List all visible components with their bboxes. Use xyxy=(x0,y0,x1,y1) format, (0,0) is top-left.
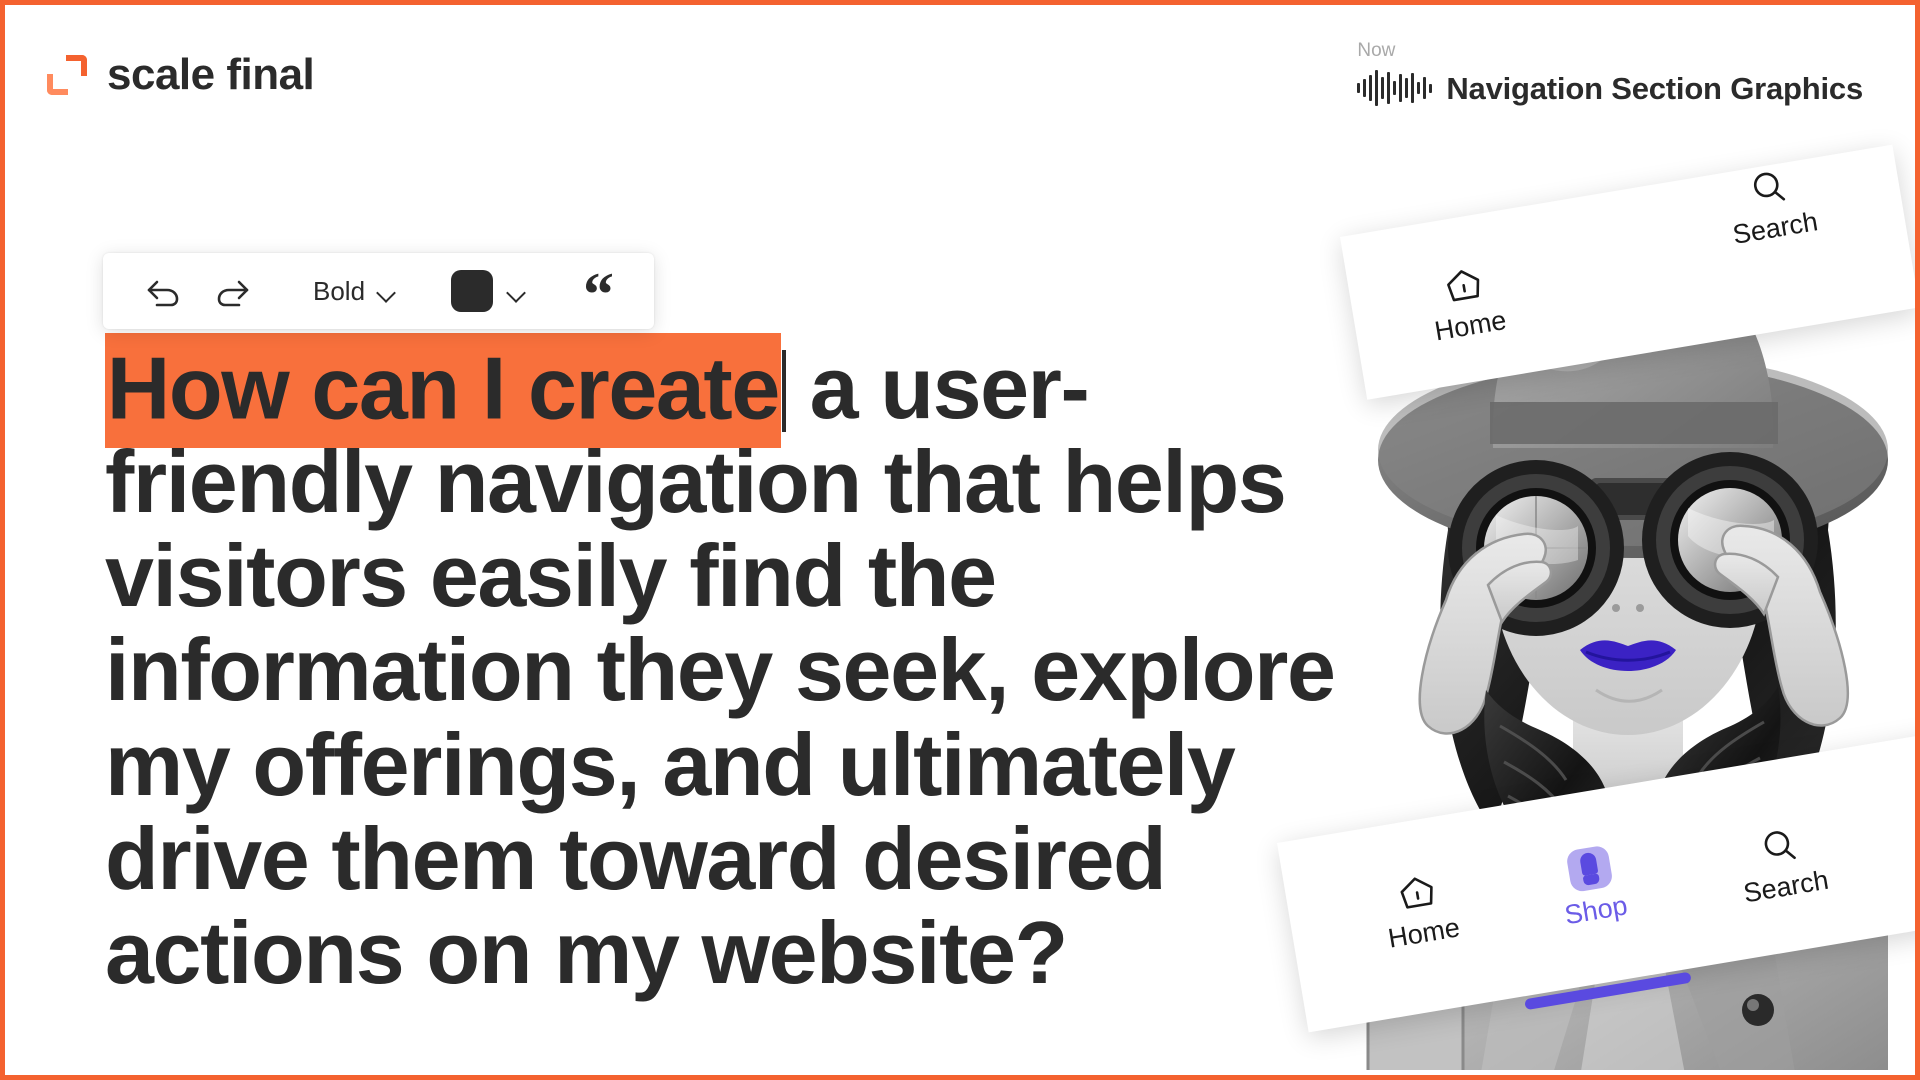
audio-waveform-icon xyxy=(1357,69,1433,107)
nav-label: Search xyxy=(1730,206,1820,250)
nav-label: Shop xyxy=(1562,890,1630,931)
home-icon xyxy=(1400,877,1433,909)
bracket-corners-icon xyxy=(47,55,87,95)
profile-icon xyxy=(1914,827,1920,873)
blockquote-button[interactable]: “ xyxy=(573,260,624,329)
now-playing: Now Navigation Section Graphics xyxy=(1357,41,1863,107)
text-color-dropdown[interactable] xyxy=(445,266,531,316)
nav-label: Search xyxy=(1741,864,1831,909)
color-swatch xyxy=(451,270,494,312)
brand: scale final xyxy=(47,50,315,99)
home-icon xyxy=(1447,270,1480,302)
now-playing-label: Now xyxy=(1357,40,1396,61)
blockquote-icon: “ xyxy=(583,260,615,329)
now-playing-title: Navigation Section Graphics xyxy=(1446,70,1863,106)
question-remainder: a user-friendly navigation that helps vi… xyxy=(105,338,1336,1002)
text-style-dropdown[interactable]: Bold xyxy=(305,266,403,316)
undo-arrow-icon xyxy=(147,280,179,307)
nav-item-search[interactable]: Search xyxy=(1723,161,1820,250)
undo-button[interactable] xyxy=(133,266,193,316)
shop-bag-icon xyxy=(1564,844,1614,894)
highlighted-text: How can I create xyxy=(105,332,781,448)
redo-arrow-icon xyxy=(217,280,249,307)
text-caret xyxy=(781,350,786,433)
brand-name: scale final xyxy=(107,50,315,99)
nav-label: Home xyxy=(1385,912,1462,954)
text-style-label: Bold xyxy=(313,276,366,306)
nav-item-home[interactable]: Home xyxy=(1425,260,1508,346)
nav-item-overflow[interactable] xyxy=(1914,827,1920,873)
nav-item-shop[interactable]: Shop xyxy=(1555,843,1630,931)
text-editor-toolbar: Bold “ xyxy=(103,253,655,329)
search-icon xyxy=(1764,831,1796,860)
page-root: scale final Now Navigation Section Graph… xyxy=(0,0,1920,1080)
chevron-down-icon xyxy=(507,286,525,296)
nav-item-home[interactable]: Home xyxy=(1378,867,1462,954)
nav-label: Home xyxy=(1432,304,1509,347)
question-text[interactable]: How can I create a user-friendly navigat… xyxy=(105,332,1385,1002)
redo-button[interactable] xyxy=(203,266,263,316)
chevron-down-icon xyxy=(377,286,395,296)
nav-item-search[interactable]: Search xyxy=(1734,819,1831,909)
search-icon xyxy=(1753,172,1785,201)
